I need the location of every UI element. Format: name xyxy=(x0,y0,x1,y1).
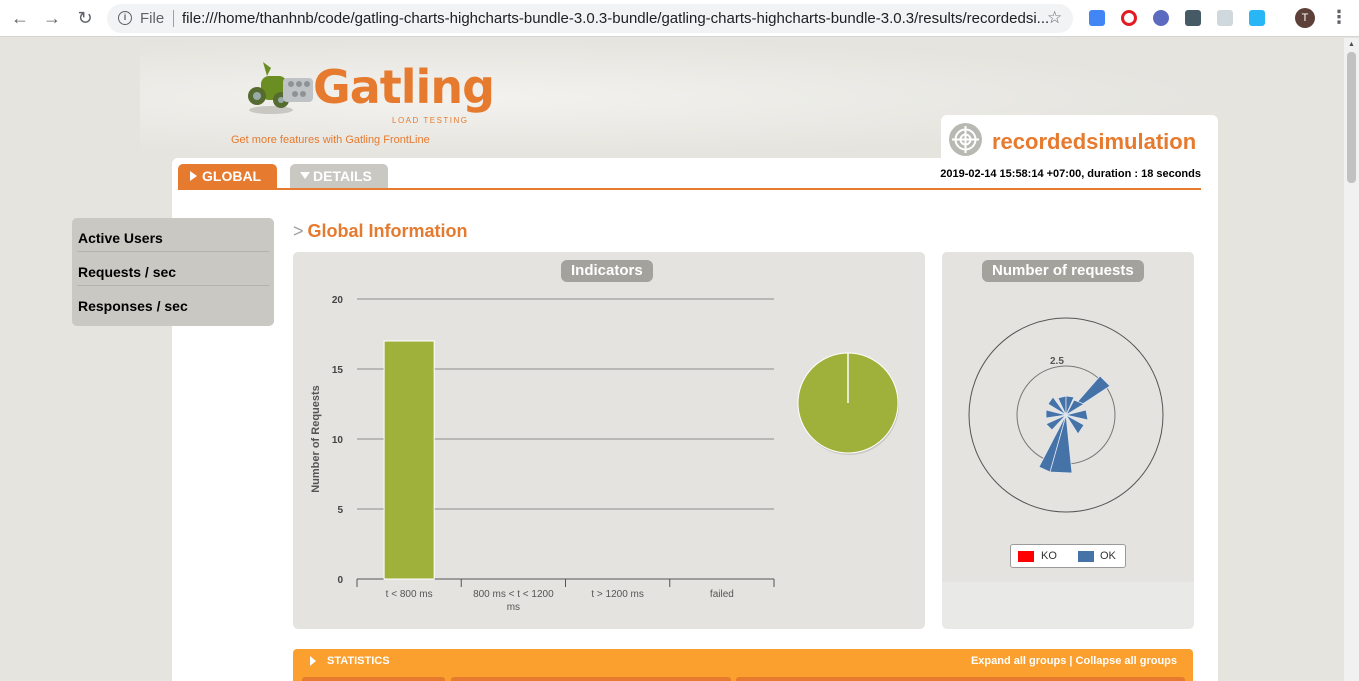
lens-extension-icon[interactable] xyxy=(1185,10,1201,26)
run-info: 2019-02-14 15:58:14 +07:00, duration : 1… xyxy=(940,168,1201,180)
simulation-name: recordedsimulation xyxy=(992,129,1197,154)
x-tick-label: failed xyxy=(710,589,734,600)
indicators-panel: Indicators 0 5 10 15 20 t < 800 ms 800 ms < t … xyxy=(293,252,925,629)
links-separator: | xyxy=(1069,655,1073,667)
r-extension-icon[interactable] xyxy=(1153,10,1169,26)
side-item-responses-per-sec[interactable]: Responses / sec xyxy=(77,286,269,320)
side-item-active-users[interactable]: Active Users xyxy=(77,218,269,252)
tree-extension-icon[interactable] xyxy=(1217,10,1233,26)
requests-polar-chart: 2.5 xyxy=(968,317,1164,513)
tab-global-label: GLOBAL xyxy=(202,168,262,184)
gatling-logo-text: Gatling xyxy=(313,60,495,114)
frontline-link[interactable]: Get more features with Gatling FrontLine xyxy=(231,134,430,146)
y-tick-label: 5 xyxy=(337,505,343,516)
bookmark-star-icon[interactable]: ☆ xyxy=(1047,8,1062,28)
statistics-column-header xyxy=(736,677,1185,681)
tab-underline xyxy=(178,188,1201,190)
translate-extension-icon[interactable] xyxy=(1089,10,1105,26)
simulation-header: recordedsimulation xyxy=(941,115,1218,163)
url-divider xyxy=(173,10,174,27)
target-icon xyxy=(949,123,982,156)
y-tick-label: 15 xyxy=(332,365,344,376)
x-tick-label: t < 800 ms xyxy=(386,589,433,600)
y-tick-label: 20 xyxy=(332,295,344,306)
browser-toolbar: ← → ↻ i File file:///home/thanhnb/code/g… xyxy=(0,0,1359,37)
statistics-title: STATISTICS xyxy=(327,655,390,667)
x-tick-label: 800 ms < t < 1200 ms xyxy=(473,589,554,613)
requests-legend: KO OK xyxy=(1010,544,1126,568)
scroll-up-arrow-icon[interactable]: ▲ xyxy=(1348,41,1355,48)
side-menu: Active Users Requests / sec Responses / … xyxy=(72,218,274,326)
url-scheme: File xyxy=(140,10,165,27)
opera-extension-icon[interactable] xyxy=(1121,10,1137,26)
reload-icon[interactable]: ↻ xyxy=(74,7,96,29)
back-icon[interactable]: ← xyxy=(9,7,31,29)
y-axis-label: Number of Requests xyxy=(310,385,322,493)
statistics-header[interactable]: STATISTICS Expand all groups | Collapse … xyxy=(293,649,1193,681)
collapse-all-link[interactable]: Collapse all groups xyxy=(1076,655,1177,667)
section-title: > Global Information xyxy=(293,221,468,242)
more-menu-icon[interactable]: ⋮ xyxy=(1330,7,1348,28)
expand-all-link[interactable]: Expand all groups xyxy=(971,655,1066,667)
requests-panel: Number of requests 2.5 xyxy=(942,252,1194,629)
statistics-column-header xyxy=(451,677,731,681)
y-tick-label: 0 xyxy=(337,575,343,586)
caret-right-icon xyxy=(310,656,316,666)
section-title-text: Global Information xyxy=(307,221,468,241)
legend-label-ko[interactable]: KO xyxy=(1041,550,1057,562)
scrollbar-thumb[interactable] xyxy=(1347,52,1356,183)
url-text[interactable]: file:///home/thanhnb/code/gatling-charts… xyxy=(182,10,1049,27)
sync-extension-icon[interactable] xyxy=(1249,10,1265,26)
statistics-column-header xyxy=(302,677,445,681)
caret-down-icon xyxy=(300,172,310,179)
caret-right-icon xyxy=(190,171,197,181)
section-prefix: > xyxy=(293,221,304,241)
info-icon[interactable]: i xyxy=(118,11,132,25)
statistics-group-links: Expand all groups | Collapse all groups xyxy=(971,655,1177,667)
x-tick-label: t > 1200 ms xyxy=(591,589,644,600)
radial-tick-label: 2.5 xyxy=(1050,356,1064,367)
side-item-requests-per-sec[interactable]: Requests / sec xyxy=(77,252,269,286)
y-tick-label: 10 xyxy=(332,435,344,446)
bar xyxy=(383,340,435,580)
forward-icon[interactable]: → xyxy=(41,7,63,29)
gatling-gun-logo-icon xyxy=(248,62,313,114)
tab-global[interactable]: GLOBAL xyxy=(178,164,277,189)
page-scrollbar[interactable]: ▲ xyxy=(1343,38,1359,681)
legend-swatch-ko xyxy=(1018,551,1034,562)
polar-ok-series xyxy=(1038,375,1111,474)
indicators-bar-chart: 0 5 10 15 20 t < 800 ms 800 ms < t < 1200 ms t >… xyxy=(310,295,899,613)
profile-avatar[interactable]: T xyxy=(1295,8,1315,28)
legend-label-ok[interactable]: OK xyxy=(1100,550,1116,562)
tab-details-label: DETAILS xyxy=(313,168,372,184)
address-bar[interactable]: i File file:///home/thanhnb/code/gatling… xyxy=(107,4,1073,33)
logo-subtitle: LOAD TESTING xyxy=(392,116,469,125)
tab-details[interactable]: DETAILS xyxy=(290,164,388,189)
legend-swatch-ok xyxy=(1078,551,1094,562)
